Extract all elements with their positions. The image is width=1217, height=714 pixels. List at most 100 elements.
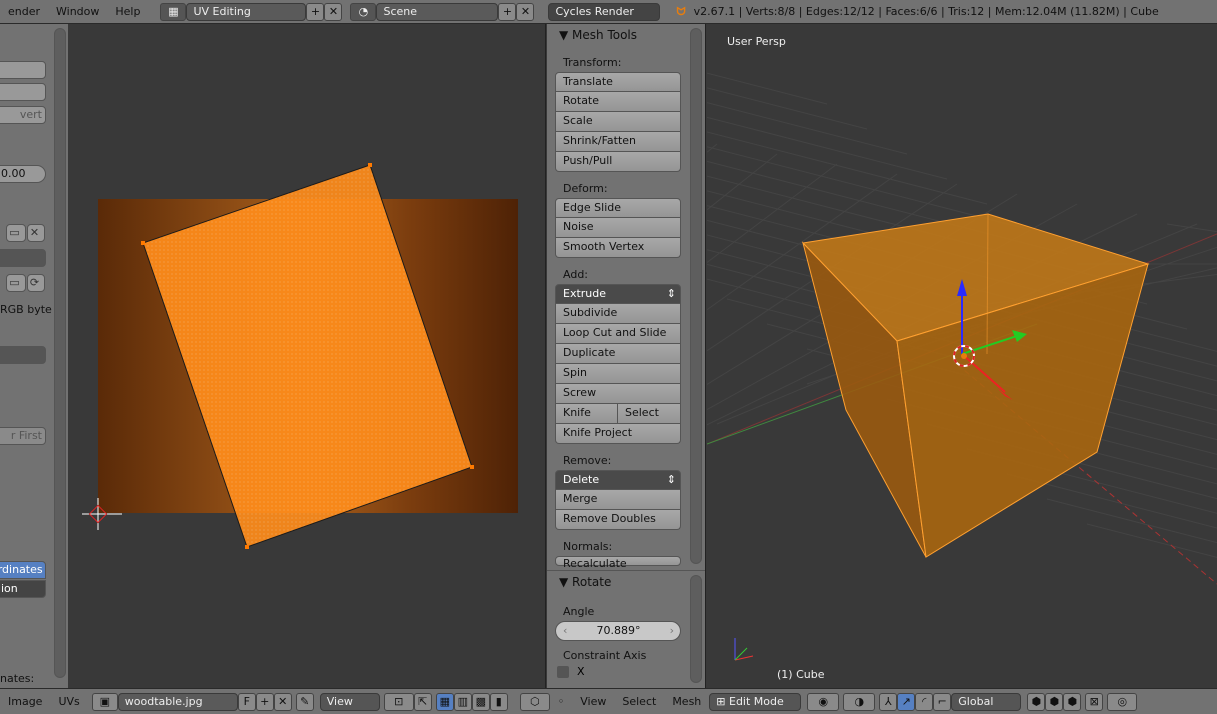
image-name-field[interactable]: woodtable.jpg [117,692,238,711]
edge-select-icon[interactable]: ▥ [453,692,472,711]
format-label: RGB byte [0,303,52,316]
mode-select[interactable]: ⊞ Edit Mode [709,692,802,711]
unlink-image-icon[interactable]: ✕ [27,224,45,242]
translate-manipulator-icon[interactable]: ↗ [897,692,916,711]
scale-manipulator-icon[interactable]: ⌐ [933,692,952,711]
tools-scrollbar[interactable] [690,28,702,564]
duplicate-button[interactable]: Duplicate [555,344,681,364]
translate-button[interactable]: Translate [555,72,681,92]
reload-icon[interactable]: ⟳ [27,274,45,292]
panel-button[interactable] [0,61,46,79]
remove-doubles-button[interactable]: Remove Doubles [555,510,681,530]
shading-icon[interactable]: ◉ [807,692,840,711]
decrement-icon[interactable]: ‹ [563,622,567,640]
fake-user-button[interactable]: F [237,692,256,711]
tool-shelf: ▼ Mesh Tools Transform: Translate Rotate… [547,24,706,688]
pivot-point-icon[interactable]: ◑ [843,692,876,711]
view-mode-select[interactable]: View [319,692,380,711]
edge-slide-button[interactable]: Edge Slide [555,198,681,218]
render-engine-select[interactable]: Cycles Render [548,2,661,21]
image-browse-icon[interactable]: ▣ [91,692,118,711]
proportional-edit-icon[interactable]: ◎ [1107,692,1138,711]
first-button[interactable]: r First [0,427,46,445]
operator-panel: ▼ Rotate Angle ‹ 70.889° › Constraint Axis… [547,570,705,688]
scene-field[interactable]: Scene [376,2,499,21]
merge-button[interactable]: Merge [555,490,681,510]
view-menu[interactable]: View [572,695,614,708]
rotate-header[interactable]: ▼ Rotate [547,571,705,593]
pivot-icon[interactable]: ⊡ [383,692,414,711]
uv-editor[interactable] [70,24,546,688]
occlude-icon[interactable]: ⊠ [1085,692,1104,711]
add-label: Add: [563,268,589,281]
invert-button[interactable]: vert [0,106,46,124]
knife-project-button[interactable]: Knife Project [555,424,681,444]
menu-help[interactable]: Help [107,5,148,18]
select-menu[interactable]: Select [614,695,664,708]
layer-icon[interactable]: ⬢ [1045,692,1064,711]
delete-screen-icon[interactable]: ✕ [324,2,343,21]
scene-icon[interactable]: ◔ [350,2,377,21]
add-screen-icon[interactable]: + [306,2,325,21]
option-item[interactable]: ion [0,580,46,598]
loop-cut-button[interactable]: Loop Cut and Slide [555,324,681,344]
delete-dropdown[interactable]: Delete ⇕ [555,470,681,490]
smooth-vertex-button[interactable]: Smooth Vertex [555,238,681,258]
color-space-select[interactable] [0,346,46,364]
screw-button[interactable]: Screw [555,384,681,404]
shrink-fatten-button[interactable]: Shrink/Fatten [555,132,681,152]
pin-icon[interactable]: ✎ [295,692,314,711]
operator-scrollbar[interactable] [690,575,702,683]
noise-button[interactable]: Noise [555,218,681,238]
mesh-menu[interactable]: Mesh [664,695,709,708]
rotate-manipulator-icon[interactable]: ◜ [915,692,934,711]
3d-viewport[interactable]: User Persp (1) Cube [707,24,1217,688]
manipulator-icon[interactable]: ⅄ [879,692,898,711]
editor-type-icon[interactable]: ⬡ [519,692,550,711]
value-slider[interactable]: 0.00 [0,165,46,183]
delete-scene-icon[interactable]: ✕ [516,2,535,21]
circle-icon[interactable]: ◦ [550,695,573,708]
layer-icon[interactable]: ⬢ [1027,692,1046,711]
extrude-dropdown[interactable]: Extrude ⇕ [555,284,681,304]
vertex-select-icon[interactable]: ▦ [435,692,454,711]
layer-icon[interactable]: ⬢ [1063,692,1082,711]
push-pull-button[interactable]: Push/Pull [555,152,681,172]
panel-scrollbar[interactable] [54,28,66,678]
coordinates-option[interactable]: ordinates [0,561,46,579]
sync-selection-icon[interactable]: ⇱ [413,692,432,711]
grid-line [707,143,718,153]
menu-window[interactable]: Window [48,5,107,18]
image-menu[interactable]: Image [0,695,50,708]
add-scene-icon[interactable]: + [498,2,517,21]
source-select[interactable] [0,249,46,267]
screen-layout-field[interactable]: UV Editing [186,2,307,21]
viewport-canvas[interactable] [707,24,1217,688]
constraint-x-label: X [577,665,585,678]
spin-button[interactable]: Spin [555,364,681,384]
scale-button[interactable]: Scale [555,112,681,132]
open-image-icon[interactable]: ▭ [6,224,26,242]
updown-icon: ⇕ [666,473,676,486]
uv-canvas[interactable] [70,24,546,688]
screen-layout-icon[interactable]: ▦ [160,2,187,21]
knife-button[interactable]: Knife [556,404,618,423]
panel-button[interactable] [0,83,46,101]
angle-field[interactable]: ‹ 70.889° › [555,621,681,641]
knife-select-button[interactable]: Select [618,404,659,423]
uvs-menu[interactable]: UVs [50,695,87,708]
constraint-x-checkbox[interactable] [557,665,569,678]
face-select-icon[interactable]: ▩ [471,692,490,711]
increment-icon[interactable]: › [670,622,674,640]
subdivide-button[interactable]: Subdivide [555,304,681,324]
orientation-select[interactable]: Global [951,692,1022,711]
menu-render[interactable]: ender [0,5,48,18]
rotate-button[interactable]: Rotate [555,92,681,112]
island-select-icon[interactable]: ▮ [489,692,508,711]
recalculate-button[interactable]: Recalculate [555,556,681,570]
mesh-tools-header[interactable]: ▼ Mesh Tools [547,24,705,46]
unlink-image-icon[interactable]: ✕ [273,692,292,711]
orientation-label: Global [958,695,994,708]
open-file-icon[interactable]: ▭ [6,274,26,292]
new-image-icon[interactable]: + [255,692,274,711]
